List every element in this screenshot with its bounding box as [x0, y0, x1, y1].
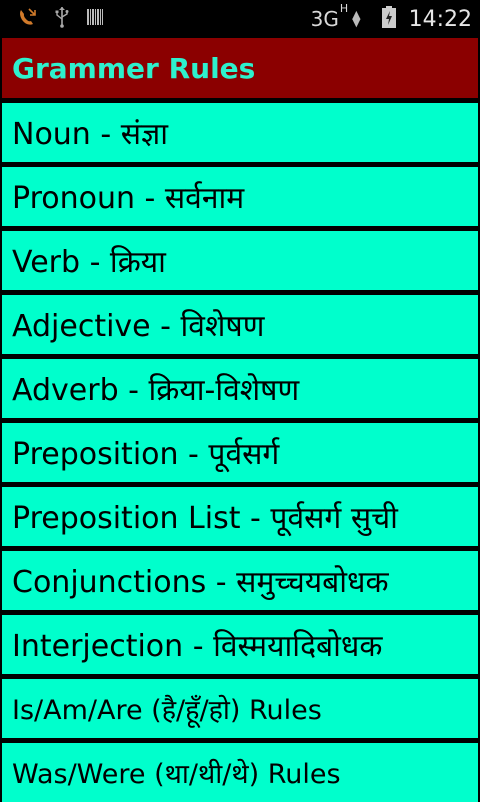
- data-activity-icon: ▲ ▼: [352, 8, 361, 29]
- list-item-was-were-rules[interactable]: Was/Were (था/थी/थे) Rules: [2, 743, 478, 802]
- list-item-label: Was/Were (था/थी/थे) Rules: [12, 759, 341, 790]
- list-item-label: Interjection - विस्मयादिबोधक: [12, 629, 383, 664]
- list-item-label: Noun - संज्ञा: [12, 117, 169, 152]
- list-item-label: Adverb - क्रिया-विशेषण: [12, 373, 300, 408]
- list-item-label: Conjunctions - समुच्चयबोधक: [12, 565, 389, 600]
- list-item-adverb[interactable]: Adverb - क्रिया-विशेषण: [2, 359, 478, 418]
- list-item-is-am-are-rules[interactable]: Is/Am/Are (है/हूँ/हो) Rules: [2, 679, 478, 738]
- list-item-preposition-list[interactable]: Preposition List - पूर्वसर्ग सुची: [2, 487, 478, 546]
- list-item-adjective[interactable]: Adjective - विशेषण: [2, 295, 478, 354]
- signal-icon: [367, 6, 375, 32]
- list-item-noun[interactable]: Noun - संज्ञा: [2, 103, 478, 162]
- list-item-conjunctions[interactable]: Conjunctions - समुच्चयबोधक: [2, 551, 478, 610]
- list-item-preposition[interactable]: Preposition - पूर्वसर्ग: [2, 423, 478, 482]
- list-item-pronoun[interactable]: Pronoun - सर्वनाम: [2, 167, 478, 226]
- missed-call-icon: [16, 6, 38, 32]
- list-item-label: Preposition List - पूर्वसर्ग सुची: [12, 501, 398, 536]
- battery-charging-icon: [381, 5, 397, 33]
- list-item-label: Pronoun - सर्वनाम: [12, 181, 245, 216]
- clock: 14:22: [408, 6, 472, 32]
- list-item-interjection[interactable]: Interjection - विस्मयादिबोधक: [2, 615, 478, 674]
- status-bar: 3GH ▲ ▼ 14:22: [0, 0, 480, 38]
- status-bar-notifications: [16, 6, 104, 32]
- status-bar-system: 3GH ▲ ▼ 14:22: [310, 2, 472, 33]
- list-item-label: Verb - क्रिया: [12, 245, 166, 280]
- page-title: Grammer Rules: [12, 51, 256, 85]
- network-sup: H: [339, 2, 349, 16]
- list-item-verb[interactable]: Verb - क्रिया: [2, 231, 478, 290]
- barcode-icon: [86, 8, 104, 30]
- app-header: Grammer Rules: [2, 38, 478, 98]
- list-item-label: Is/Am/Are (है/हूँ/हो) Rules: [12, 695, 322, 726]
- network-indicator: 3GH: [310, 2, 349, 31]
- grammar-rules-list: Noun - संज्ञा Pronoun - सर्वनाम Verb - क…: [0, 103, 480, 802]
- usb-icon: [54, 6, 70, 32]
- list-item-label: Adjective - विशेषण: [12, 309, 265, 344]
- list-item-label: Preposition - पूर्वसर्ग: [12, 437, 280, 472]
- network-type: 3G: [310, 7, 339, 31]
